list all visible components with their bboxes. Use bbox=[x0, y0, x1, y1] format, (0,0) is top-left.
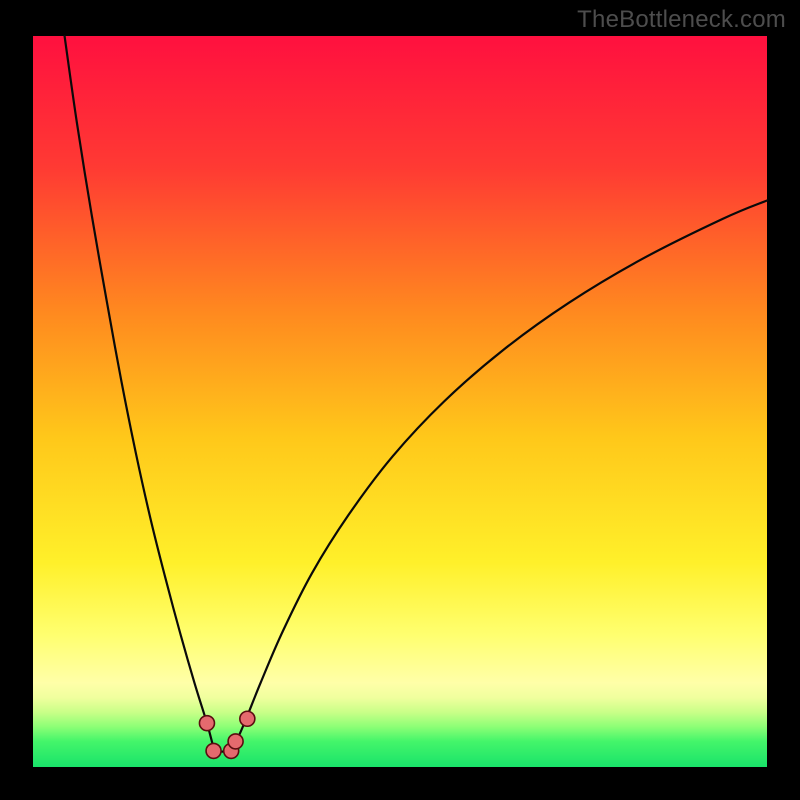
bottleneck-chart bbox=[0, 0, 800, 800]
chart-stage: TheBottleneck.com bbox=[0, 0, 800, 800]
kink-marker bbox=[228, 734, 243, 749]
flat-left-marker bbox=[206, 743, 221, 758]
left-entry-marker bbox=[199, 716, 214, 731]
right-exit-marker bbox=[240, 711, 255, 726]
plot-area bbox=[33, 36, 767, 767]
